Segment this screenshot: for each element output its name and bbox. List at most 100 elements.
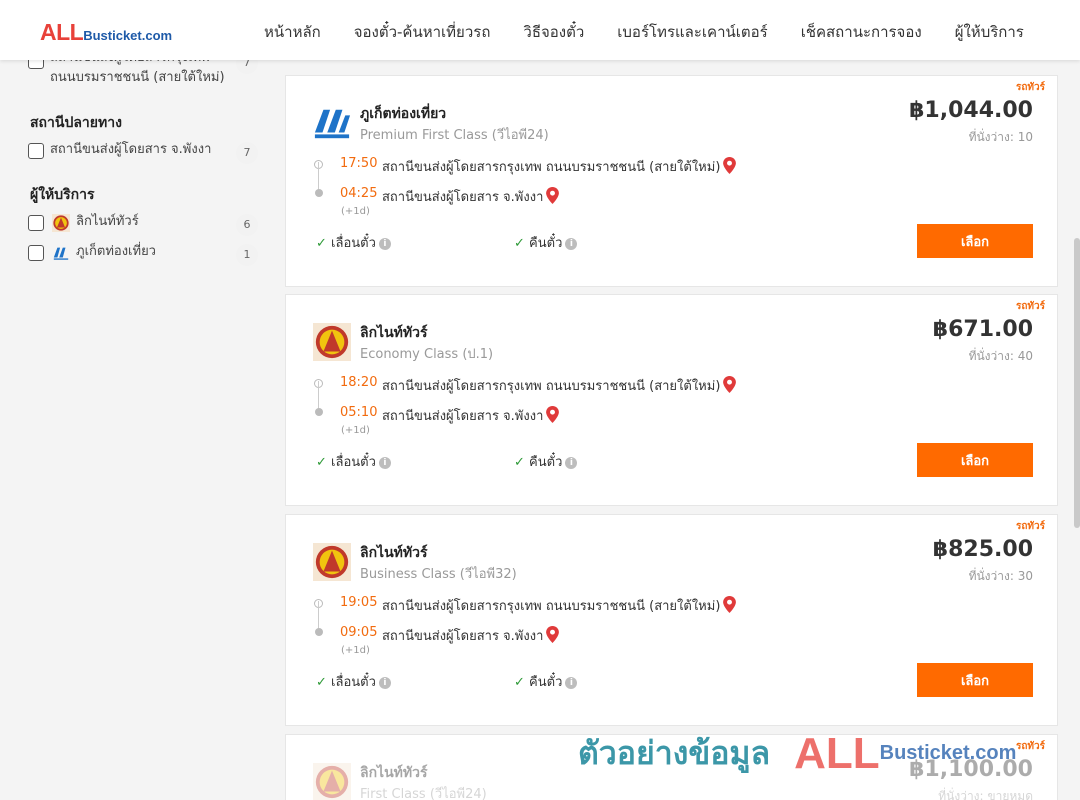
operator-name: ลิกไนท์ทัวร์ xyxy=(360,325,428,341)
select-trip-button[interactable]: เลือก xyxy=(917,663,1033,697)
nav-contacts-counters[interactable]: เบอร์โทรและเคาน์เตอร์ xyxy=(617,20,767,44)
trip-card: รถทัวร์ ลิกไนท์ทัวร์ Business Class (วีไ… xyxy=(285,514,1058,726)
map-pin-icon[interactable] xyxy=(723,376,737,393)
seat-class: First Class (วีไอพี24) xyxy=(360,787,487,800)
trip-price: ฿825.00 xyxy=(932,537,1033,562)
nav-how-to-book[interactable]: วิธีจองตั๋ว xyxy=(523,20,584,44)
change-ticket-feature: ✓ เลื่อนตั๋ว i xyxy=(316,671,391,692)
departure-station-name: สถานีขนส่งผู้โดยสารกรุงเทพ ถนนบรมราชชนนี… xyxy=(382,599,721,614)
filter-count: 6 xyxy=(236,214,258,236)
info-icon[interactable]: i xyxy=(378,457,391,469)
main-nav: หน้าหลัก จองตั๋ว-ค้นหาเที่ยวรถ วิธีจองตั… xyxy=(264,20,1057,44)
logo-all-text: ALL xyxy=(40,19,84,45)
refund-ticket-feature: ✓ คืนตั๋ว i xyxy=(514,232,578,253)
departure-station: สถานีขนส่งผู้โดยสารกรุงเทพ ถนนบรมราชชนนี… xyxy=(382,156,737,177)
change-ticket-feature: ✓ เลื่อนตั๋ว i xyxy=(316,451,391,472)
select-trip-button[interactable]: เลือก xyxy=(917,443,1033,477)
check-icon: ✓ xyxy=(514,455,525,470)
select-trip-button[interactable]: เลือก xyxy=(917,224,1033,258)
departure-station-name: สถานีขนส่งผู้โดยสารกรุงเทพ ถนนบรมราชชนนี… xyxy=(382,160,721,175)
check-icon: ✓ xyxy=(514,236,525,251)
watermark-logo-domain: Busticket.com xyxy=(879,742,1017,764)
trip-price: ฿671.00 xyxy=(932,317,1033,342)
seat-class: Economy Class (ป.1) xyxy=(360,347,494,362)
map-pin-icon[interactable] xyxy=(546,187,560,204)
arrival-time: 09:05 xyxy=(340,625,378,640)
map-pin-icon[interactable] xyxy=(723,157,737,174)
refund-ticket-feature: ✓ คืนตั๋ว i xyxy=(514,451,578,472)
filter-destination-station[interactable]: สถานีขนส่งผู้โดยสาร จ.พังงา 7 xyxy=(28,140,258,170)
route-line xyxy=(318,162,319,190)
departure-time: 19:05 xyxy=(340,595,378,610)
arrival-time: 05:10 xyxy=(340,405,378,420)
map-pin-icon[interactable] xyxy=(546,626,560,643)
arrival-station: สถานีขนส่งผู้โดยสาร จ.พังงา xyxy=(382,186,560,207)
seats-available: ที่นั่งว่าง: ขายหมด xyxy=(938,789,1033,800)
change-ticket-label: เลื่อนตั๋ว xyxy=(331,675,376,690)
departure-station: สถานีขนส่งผู้โดยสารกรุงเทพ ถนนบรมราชชนนี… xyxy=(382,375,737,396)
filter-count: 1 xyxy=(236,244,258,266)
filter-sidebar: สถานีขนส่งผู้โดยสารกรุงเทพ ถนนบรมราชชนนี… xyxy=(28,50,258,272)
nav-operators[interactable]: ผู้ให้บริการ xyxy=(955,20,1024,44)
filter-label: สถานีขนส่งผู้โดยสาร จ.พังงา xyxy=(50,142,212,157)
nav-home[interactable]: หน้าหลัก xyxy=(264,20,321,44)
trip-card: รถทัวร์ ลิกไนท์ทัวร์ Economy Class (ป.1)… xyxy=(285,294,1058,506)
map-pin-icon[interactable] xyxy=(546,406,560,423)
bus-type-badge: รถทัวร์ xyxy=(1015,301,1045,312)
bus-type-badge: รถทัวร์ xyxy=(1015,82,1045,93)
arrival-station-name: สถานีขนส่งผู้โดยสาร จ.พังงา xyxy=(382,190,544,205)
lignite-tour-logo-icon xyxy=(313,323,351,361)
arrival-station-name: สถานีขนส่งผู้โดยสาร จ.พังงา xyxy=(382,409,544,424)
departure-time: 17:50 xyxy=(340,156,378,171)
sample-data-watermark: ตัวอย่างข้อมูล ALLBusticket.com xyxy=(578,728,1016,779)
lignite-tour-logo-icon xyxy=(313,543,351,581)
info-icon[interactable]: i xyxy=(565,238,578,250)
operator-name: ลิกไนท์ทัวร์ xyxy=(360,545,428,561)
filter-checkbox[interactable] xyxy=(28,215,44,231)
filter-operator-phuket-travel[interactable]: ภูเก็ตท่องเที่ยว 1 xyxy=(28,242,258,272)
nav-check-booking[interactable]: เช็คสถานะการจอง xyxy=(801,20,922,44)
arrival-station: สถานีขนส่งผู้โดยสาร จ.พังงา xyxy=(382,405,560,426)
info-icon[interactable]: i xyxy=(565,457,578,469)
nav-book-search[interactable]: จองตั๋ว-ค้นหาเที่ยวรถ xyxy=(354,20,491,44)
seats-available: ที่นั่งว่าง: 30 xyxy=(968,569,1033,583)
destination-heading: สถานีปลายทาง xyxy=(30,115,122,131)
departure-time: 18:20 xyxy=(340,375,378,390)
filter-checkbox[interactable] xyxy=(28,245,44,261)
arrival-dot xyxy=(315,628,323,636)
next-day-indicator: (+1d) xyxy=(341,425,370,436)
site-logo[interactable]: ALLBusticket.com xyxy=(40,19,172,45)
trip-card: รถทัวร์ ภูเก็ตท่องเที่ยว Premium First C… xyxy=(285,75,1058,287)
watermark-logo-all: ALL xyxy=(794,728,880,778)
refund-ticket-label: คืนตั๋ว xyxy=(529,455,563,470)
refund-ticket-feature: ✓ คืนตั๋ว i xyxy=(514,671,578,692)
watermark-text: ตัวอย่างข้อมูล xyxy=(578,734,771,772)
change-ticket-label: เลื่อนตั๋ว xyxy=(331,455,376,470)
operator-name: ภูเก็ตท่องเที่ยว xyxy=(360,106,447,122)
info-icon[interactable]: i xyxy=(378,677,391,689)
change-ticket-label: เลื่อนตั๋ว xyxy=(331,236,376,251)
arrival-dot xyxy=(315,408,323,416)
change-ticket-feature: ✓ เลื่อนตั๋ว i xyxy=(316,232,391,253)
route-line xyxy=(318,601,319,629)
check-icon: ✓ xyxy=(316,236,327,251)
info-icon[interactable]: i xyxy=(378,238,391,250)
top-navigation-bar: ALLBusticket.com หน้าหลัก จองตั๋ว-ค้นหาเ… xyxy=(0,0,1080,60)
map-pin-icon[interactable] xyxy=(723,596,737,613)
seats-available: ที่นั่งว่าง: 10 xyxy=(968,130,1033,144)
filter-label: ภูเก็ตท่องเที่ยว xyxy=(76,244,156,259)
check-icon: ✓ xyxy=(316,455,327,470)
refund-ticket-label: คืนตั๋ว xyxy=(529,675,563,690)
check-icon: ✓ xyxy=(514,675,525,690)
seats-available: ที่นั่งว่าง: 40 xyxy=(968,349,1033,363)
filter-operator-lignite[interactable]: ลิกไนท์ทัวร์ 6 xyxy=(28,212,258,242)
info-icon[interactable]: i xyxy=(565,677,578,689)
phuket-travel-logo-icon xyxy=(314,109,351,139)
route-line xyxy=(318,381,319,409)
filter-checkbox[interactable] xyxy=(28,143,44,159)
seat-class: Business Class (วีไอพี32) xyxy=(360,567,517,582)
operator-name: ลิกไนท์ทัวร์ xyxy=(360,765,428,781)
arrival-station: สถานีขนส่งผู้โดยสาร จ.พังงา xyxy=(382,625,560,646)
seat-class: Premium First Class (วีไอพี24) xyxy=(360,128,549,143)
page-scrollbar[interactable] xyxy=(1074,238,1080,528)
